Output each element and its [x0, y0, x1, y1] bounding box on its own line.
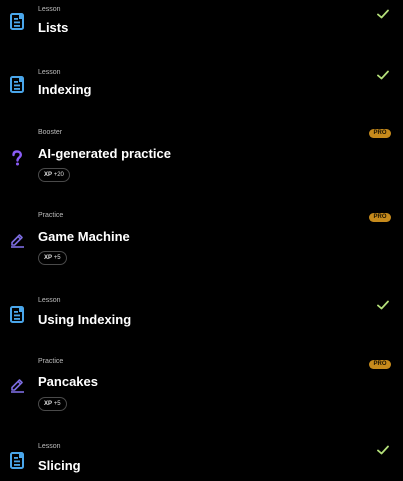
item-kind: Lesson [38, 69, 61, 76]
item-title: Using Indexing [38, 312, 132, 327]
check-icon [377, 9, 389, 19]
document-icon [9, 451, 25, 469]
xp-value: +5 [53, 401, 61, 407]
check-icon [377, 70, 389, 80]
item-kind: Lesson [38, 6, 61, 13]
list-item[interactable]: Lesson Using Indexing [0, 285, 403, 345]
item-title: Game Machine [38, 229, 130, 244]
list-item[interactable]: Practice Pancakes XP +5 PRO [0, 345, 403, 430]
list-item[interactable]: Lesson Slicing [0, 430, 403, 481]
list-item[interactable]: Practice Game Machine XP +5 PRO [0, 200, 403, 285]
item-title: Pancakes [38, 374, 98, 389]
pro-badge: PRO [369, 213, 391, 222]
item-kind: Booster [38, 129, 63, 136]
document-icon [9, 305, 25, 323]
xp-label: XP [44, 255, 53, 261]
xp-label: XP [44, 401, 53, 407]
xp-badge: XP +20 [38, 168, 70, 182]
item-title: Indexing [38, 82, 92, 97]
document-icon [9, 75, 25, 93]
item-title: Slicing [38, 458, 81, 473]
xp-value: +5 [53, 255, 61, 261]
pencil-icon [9, 231, 25, 249]
item-title: AI-generated practice [38, 146, 171, 161]
list-item[interactable]: Booster AI-generated practice XP +20 PRO [0, 120, 403, 200]
check-icon [377, 445, 389, 455]
item-kind: Practice [38, 212, 64, 219]
item-kind: Lesson [38, 297, 61, 304]
pencil-icon [9, 376, 25, 394]
xp-badge: XP +5 [38, 251, 67, 265]
item-title: Lists [38, 20, 69, 35]
list-item[interactable]: Lesson Indexing [0, 60, 403, 120]
xp-badge: XP +5 [38, 397, 67, 411]
xp-value: +20 [53, 172, 64, 178]
list-item[interactable]: Lesson Lists [0, 0, 403, 60]
item-kind: Lesson [38, 443, 61, 450]
question-mark-icon [9, 149, 25, 167]
check-icon [377, 300, 389, 310]
xp-label: XP [44, 172, 53, 178]
pro-badge: PRO [369, 129, 391, 138]
item-kind: Practice [38, 358, 64, 365]
document-icon [9, 12, 25, 30]
pro-badge: PRO [369, 360, 391, 369]
